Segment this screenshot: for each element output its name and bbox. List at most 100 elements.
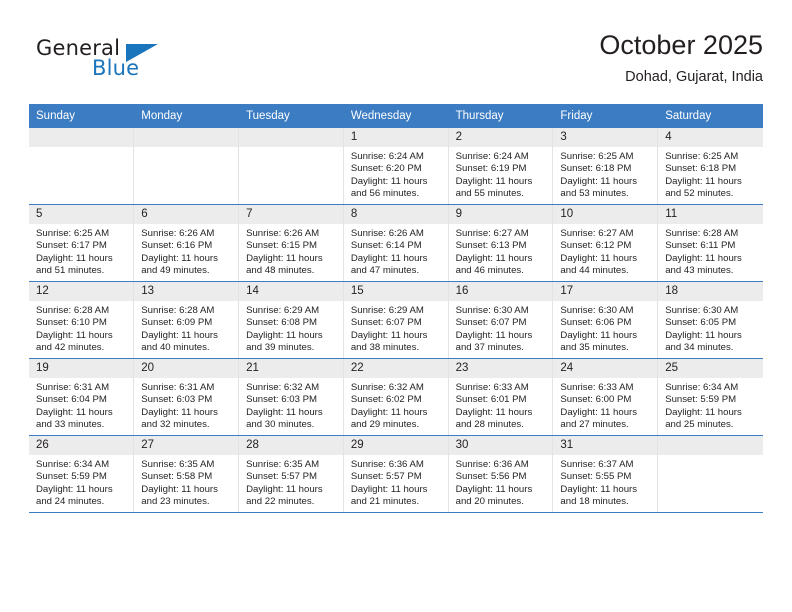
day-number: 27 (134, 436, 239, 455)
daylight-duration-line1: Daylight: 11 hours (350, 252, 428, 264)
calendar-day-cell-empty (238, 128, 344, 205)
daylight-duration-line2: and 27 minutes. (560, 419, 629, 431)
sunrise-time: Sunrise: 6:26 AM (141, 228, 215, 239)
sunrise-time: Sunrise: 6:28 AM (141, 305, 215, 316)
daylight-duration-line2: and 23 minutes. (141, 496, 210, 508)
calendar-day-cell[interactable]: 23 Sunrise: 6:33 AM Sunset: 6:01 PM Dayligh… (447, 358, 553, 436)
logo-text-blue: Blue (92, 56, 140, 80)
sunset-time: Sunset: 6:18 PM (665, 163, 737, 175)
daylight-duration-line1: Daylight: 11 hours (455, 252, 533, 264)
calendar-day-cell[interactable]: 12 Sunrise: 6:28 AM Sunset: 6:10 PM Dayligh… (29, 281, 134, 359)
day-number: 1 (343, 128, 448, 147)
calendar-day-cell[interactable]: 17 Sunrise: 6:30 AM Sunset: 6:06 PM Dayligh… (552, 281, 658, 359)
calendar-day-cell[interactable]: 18 Sunrise: 6:30 AM Sunset: 6:05 PM Dayligh… (657, 281, 763, 359)
daylight-duration-line2: and 24 minutes. (36, 496, 105, 508)
calendar-day-cell[interactable]: 29 Sunrise: 6:36 AM Sunset: 5:57 PM Dayligh… (342, 435, 449, 513)
calendar-week-row: 1 Sunrise: 6:24 AM Sunset: 6:20 PM Daylight… (29, 128, 763, 205)
sunset-time: Sunset: 6:15 PM (246, 240, 317, 252)
sunrise-time: Sunrise: 6:32 AM (246, 382, 320, 393)
sunrise-time: Sunrise: 6:35 AM (141, 459, 215, 470)
sunset-time: Sunset: 5:57 PM (350, 471, 422, 483)
calendar-day-cell[interactable]: 28 Sunrise: 6:35 AM Sunset: 5:57 PM Dayligh… (238, 435, 344, 513)
calendar-day-cell[interactable]: 1 Sunrise: 6:24 AM Sunset: 6:20 PM Daylight… (342, 128, 449, 205)
calendar-day-cell[interactable]: 19 Sunrise: 6:31 AM Sunset: 6:04 PM Dayligh… (29, 358, 134, 436)
daylight-duration-line1: Daylight: 11 hours (665, 406, 742, 418)
calendar-day-cell[interactable]: 27 Sunrise: 6:35 AM Sunset: 5:58 PM Dayligh… (133, 435, 239, 513)
calendar-day-cell[interactable]: 2 Sunrise: 6:24 AM Sunset: 6:19 PM Daylight… (447, 128, 553, 205)
day-number: 26 (29, 436, 134, 455)
calendar-day-cell[interactable]: 16 Sunrise: 6:30 AM Sunset: 6:07 PM Dayligh… (447, 281, 553, 359)
sunset-time: Sunset: 5:55 PM (560, 471, 632, 483)
sunrise-time: Sunrise: 6:30 AM (665, 305, 739, 316)
calendar-day-cell[interactable]: 14 Sunrise: 6:29 AM Sunset: 6:08 PM Dayligh… (238, 281, 344, 359)
calendar-day-cell[interactable]: 3 Sunrise: 6:25 AM Sunset: 6:18 PM Daylight… (552, 128, 658, 205)
day-number: 23 (448, 359, 553, 378)
calendar-day-cell[interactable]: 26 Sunrise: 6:34 AM Sunset: 5:59 PM Dayligh… (29, 435, 134, 513)
daylight-duration-line1: Daylight: 11 hours (455, 406, 533, 418)
daylight-duration-line1: Daylight: 11 hours (141, 483, 218, 495)
daylight-duration-line1: Daylight: 11 hours (665, 329, 742, 341)
calendar-header-row: Sunday Monday Tuesday Wednesday Thursday Frid… (29, 104, 763, 128)
calendar-day-cell[interactable]: 30 Sunrise: 6:36 AM Sunset: 5:56 PM Dayligh… (447, 435, 553, 513)
daylight-duration-line1: Daylight: 11 hours (246, 329, 323, 341)
day-sun-info: Sunrise: 6:32 AM Sunset: 6:03 PM Daylight:… (239, 378, 343, 432)
day-sun-info: Sunrise: 6:26 AM Sunset: 6:15 PM Daylight:… (239, 224, 343, 278)
calendar-day-cell[interactable]: 31 Sunrise: 6:37 AM Sunset: 5:55 PM Dayligh… (552, 435, 658, 513)
daylight-duration-line2: and 43 minutes. (665, 265, 734, 277)
sunrise-time: Sunrise: 6:29 AM (246, 305, 320, 316)
daylight-duration-line1: Daylight: 11 hours (560, 406, 638, 418)
daylight-duration-line1: Daylight: 11 hours (350, 175, 428, 187)
day-sun-info: Sunrise: 6:26 AM Sunset: 6:14 PM Daylight:… (344, 224, 448, 278)
calendar-day-cell[interactable]: 21 Sunrise: 6:32 AM Sunset: 6:03 PM Dayligh… (238, 358, 344, 436)
sunset-time: Sunset: 5:59 PM (665, 394, 737, 406)
calendar-day-cell[interactable]: 6 Sunrise: 6:26 AM Sunset: 6:16 PM Daylight… (133, 204, 239, 282)
daylight-duration-line2: and 53 minutes. (560, 188, 629, 200)
calendar-day-cell[interactable]: 15 Sunrise: 6:29 AM Sunset: 6:07 PM Dayligh… (342, 281, 449, 359)
day-number: 14 (239, 282, 343, 301)
sunrise-time: Sunrise: 6:24 AM (350, 151, 424, 162)
day-number (29, 128, 134, 147)
sunset-time: Sunset: 6:00 PM (560, 394, 632, 406)
sunset-time: Sunset: 6:08 PM (246, 317, 317, 329)
day-sun-info: Sunrise: 6:29 AM Sunset: 6:07 PM Daylight:… (344, 301, 448, 355)
calendar-day-cell[interactable]: 22 Sunrise: 6:32 AM Sunset: 6:02 PM Dayligh… (342, 358, 449, 436)
calendar-day-cell[interactable]: 24 Sunrise: 6:33 AM Sunset: 6:00 PM Dayligh… (552, 358, 658, 436)
calendar-day-cell[interactable]: 20 Sunrise: 6:31 AM Sunset: 6:03 PM Dayligh… (133, 358, 239, 436)
calendar-body: 1 Sunrise: 6:24 AM Sunset: 6:20 PM Daylight… (29, 128, 763, 513)
day-sun-info: Sunrise: 6:33 AM Sunset: 6:01 PM Daylight:… (449, 378, 553, 432)
day-number: 3 (553, 128, 658, 147)
daylight-duration-line2: and 18 minutes. (560, 496, 629, 508)
sunset-time: Sunset: 5:58 PM (141, 471, 213, 483)
sunset-time: Sunset: 6:04 PM (36, 394, 107, 406)
calendar-day-cell[interactable]: 11 Sunrise: 6:28 AM Sunset: 6:11 PM Dayligh… (657, 204, 763, 282)
calendar-day-cell[interactable]: 13 Sunrise: 6:28 AM Sunset: 6:09 PM Dayligh… (133, 281, 239, 359)
calendar-day-cell[interactable]: 4 Sunrise: 6:25 AM Sunset: 6:18 PM Daylight… (657, 128, 763, 205)
daylight-duration-line2: and 56 minutes. (350, 188, 420, 200)
day-number: 24 (553, 359, 658, 378)
title-block: October 2025 Dohad, Gujarat, India (599, 28, 763, 88)
sunset-time: Sunset: 6:14 PM (350, 240, 422, 252)
page-title: October 2025 (599, 30, 763, 60)
daylight-duration-line2: and 32 minutes. (141, 419, 210, 431)
daylight-duration-line1: Daylight: 11 hours (36, 329, 113, 341)
weekday-header-saturday: Saturday (657, 104, 763, 128)
calendar-day-cell[interactable]: 5 Sunrise: 6:25 AM Sunset: 6:17 PM Daylight… (29, 204, 134, 282)
sunset-time: Sunset: 6:07 PM (350, 317, 422, 329)
page-header: General Blue October 2025 Dohad, Gujarat… (29, 28, 763, 94)
daylight-duration-line1: Daylight: 11 hours (36, 252, 113, 264)
generalblue-logo[interactable]: General Blue (29, 30, 219, 92)
day-number (658, 436, 763, 455)
day-sun-info: Sunrise: 6:30 AM Sunset: 6:05 PM Daylight:… (658, 301, 762, 355)
calendar-day-cell[interactable]: 25 Sunrise: 6:34 AM Sunset: 5:59 PM Dayligh… (657, 358, 763, 436)
sunrise-time: Sunrise: 6:34 AM (36, 459, 110, 470)
calendar-day-cell[interactable]: 8 Sunrise: 6:26 AM Sunset: 6:14 PM Daylight… (342, 204, 449, 282)
calendar-day-cell[interactable]: 9 Sunrise: 6:27 AM Sunset: 6:13 PM Daylight… (447, 204, 553, 282)
daylight-duration-line1: Daylight: 11 hours (350, 483, 428, 495)
sunset-time: Sunset: 6:19 PM (455, 163, 527, 175)
calendar-day-cell[interactable]: 10 Sunrise: 6:27 AM Sunset: 6:12 PM Dayligh… (552, 204, 658, 282)
day-number: 18 (658, 282, 763, 301)
day-sun-info: Sunrise: 6:27 AM Sunset: 6:13 PM Daylight:… (449, 224, 553, 278)
weekday-header-row: Sunday Monday Tuesday Wednesday Thursday Frid… (29, 104, 763, 128)
daylight-duration-line2: and 46 minutes. (455, 265, 524, 277)
calendar-day-cell[interactable]: 7 Sunrise: 6:26 AM Sunset: 6:15 PM Daylight… (238, 204, 344, 282)
